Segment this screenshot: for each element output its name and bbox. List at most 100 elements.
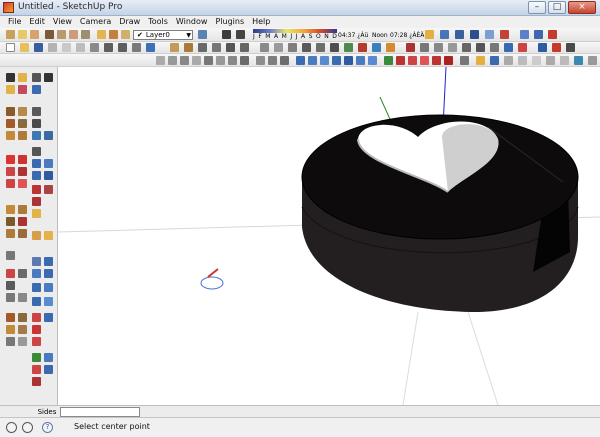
erase-icon[interactable] [90,43,99,52]
top-view-icon[interactable] [274,43,283,52]
shadow-settings-icon[interactable] [222,30,231,39]
textures-icon[interactable] [372,43,381,52]
style-2-icon[interactable] [168,56,177,65]
section-plane-icon[interactable] [485,30,494,39]
sandbox-contours-icon[interactable] [6,251,15,260]
fix-icon[interactable] [6,337,15,346]
front-view-icon[interactable] [212,43,221,52]
arc-icon[interactable] [18,119,27,128]
arc-2-icon[interactable] [32,313,41,322]
offset-icon[interactable] [44,131,53,140]
solid-subtract-icon[interactable] [18,179,27,188]
polygon-icon[interactable] [6,131,15,140]
vertex-4-icon[interactable] [44,365,53,374]
camera-5-icon[interactable] [432,56,441,65]
vertex-icon[interactable] [32,353,41,362]
sandbox-icon[interactable] [406,43,415,52]
texture-icon[interactable] [6,325,15,334]
geo-location-icon[interactable] [6,422,17,433]
sample-icon[interactable] [18,313,27,322]
camera-icon[interactable] [384,56,393,65]
stamp-icon[interactable] [462,43,471,52]
arrow-select-icon[interactable] [6,73,15,82]
view-6-icon[interactable] [356,56,365,65]
line-icon[interactable] [18,107,27,116]
push-pull-icon[interactable] [6,155,15,164]
eraser-icon[interactable] [18,85,27,94]
camera-4-icon[interactable] [420,56,429,65]
style-10-icon[interactable] [268,56,277,65]
person-icon[interactable] [32,73,41,82]
layer-dropdown[interactable]: ✔ Layer0 ▼ [133,30,193,40]
view-7-icon[interactable] [368,56,377,65]
outer-shell-icon[interactable] [18,167,27,176]
scale-icon[interactable] [32,131,41,140]
add-detail-icon[interactable] [490,43,499,52]
maximize-button[interactable]: □ [548,1,566,14]
vertex-5-icon[interactable] [32,377,41,386]
style-8-icon[interactable] [240,56,249,65]
paint-bucket-icon[interactable] [6,85,15,94]
save-file-icon[interactable] [34,43,43,52]
look-around-icon[interactable] [44,185,53,194]
dimension-icon[interactable] [6,217,15,226]
select-tool-icon[interactable] [6,30,15,39]
solid-8-icon[interactable] [588,56,597,65]
axes-icon[interactable] [6,229,15,238]
section-display-icon[interactable] [500,30,509,39]
eraser-icon[interactable] [18,30,27,39]
from-contours-icon[interactable] [420,43,429,52]
camera-3-icon[interactable] [408,56,417,65]
walk-icon[interactable] [440,30,449,39]
tool-icon[interactable] [460,56,469,65]
shape-icon[interactable] [32,297,41,306]
drape-icon[interactable] [6,269,15,278]
solid-6-icon[interactable] [560,56,569,65]
hidden-line-icon[interactable] [344,43,353,52]
credits-icon[interactable] [22,422,33,433]
follow-me-icon[interactable] [18,155,27,164]
bottom-view-icon[interactable] [302,43,311,52]
stamp-icon[interactable] [44,257,53,266]
info-icon[interactable] [476,56,485,65]
menu-help[interactable]: Help [248,16,274,28]
close-button[interactable]: × [568,1,596,14]
drape-icon[interactable] [476,43,485,52]
3d-text-icon[interactable] [18,229,27,238]
shape-2-icon[interactable] [44,297,53,306]
style-icon[interactable] [156,56,165,65]
menu-camera[interactable]: Camera [76,16,115,28]
back-view-icon[interactable] [240,43,249,52]
model-info-icon[interactable] [146,43,155,52]
tape-measure-icon[interactable] [109,30,118,39]
menu-draw[interactable]: Draw [115,16,144,28]
view-icon[interactable] [296,56,305,65]
position-camera-icon[interactable] [32,197,41,206]
solid-4-icon[interactable] [532,56,541,65]
smoove-icon[interactable] [32,257,41,266]
vertex-2-icon[interactable] [44,353,53,362]
attributes-icon[interactable] [566,43,575,52]
solid-icon[interactable] [490,56,499,65]
menu-file[interactable]: File [4,16,25,28]
paint-icon[interactable] [184,43,193,52]
drawing-viewport[interactable] [58,67,600,405]
fog-icon[interactable] [425,30,434,39]
walk-icon[interactable] [32,185,41,194]
clean-icon[interactable] [18,337,27,346]
options-icon[interactable] [552,43,561,52]
outliner-icon[interactable] [18,293,27,302]
previous-view-icon[interactable] [44,171,53,180]
undo-icon[interactable] [104,43,113,52]
style-4-icon[interactable] [192,56,201,65]
print-icon[interactable] [132,43,141,52]
component-icon[interactable] [18,73,27,82]
model-canvas[interactable] [58,67,600,405]
footprints-icon[interactable] [44,73,53,82]
orbit-icon[interactable] [32,147,41,156]
xray-icon[interactable] [316,43,325,52]
style-6-icon[interactable] [216,56,225,65]
rotate-icon[interactable] [32,119,41,128]
menu-edit[interactable]: Edit [25,16,49,28]
sandbox-scratch-icon[interactable] [44,269,53,278]
